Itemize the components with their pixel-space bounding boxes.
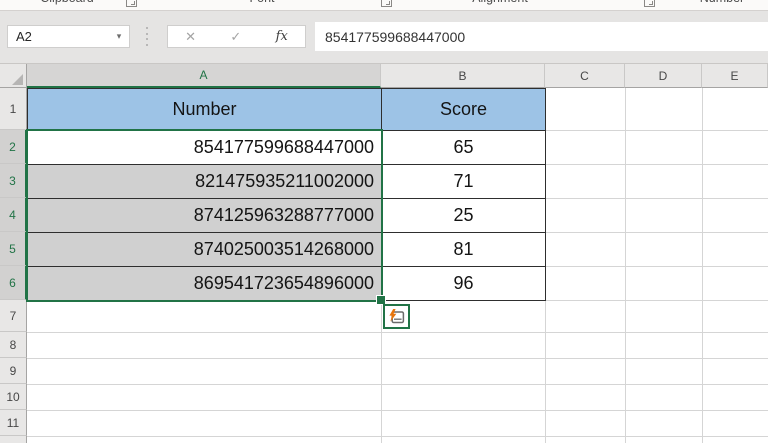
gridline xyxy=(545,198,768,199)
insert-function-icon[interactable]: fx xyxy=(276,29,288,44)
cell-a5[interactable]: 874025003514268000 xyxy=(27,232,382,267)
row-header-10[interactable]: 10 xyxy=(0,384,27,410)
gridline xyxy=(27,384,768,385)
cell-b6[interactable]: 96 xyxy=(381,266,546,301)
row-header-6[interactable]: 6 xyxy=(0,266,27,300)
cell-a4[interactable]: 874125963288777000 xyxy=(27,198,382,233)
row-header-5[interactable]: 5 xyxy=(0,232,27,266)
cell-b5[interactable]: 81 xyxy=(381,232,546,267)
ribbon-group-number-label: Number xyxy=(700,0,744,5)
row-header-7[interactable]: 7 xyxy=(0,300,27,332)
ribbon-group-clipboard-label: Clipboard xyxy=(40,0,94,5)
excel-window: Clipboard Font Alignment Number A2 ▾ ✕ ✓… xyxy=(0,0,768,443)
cell-a3[interactable]: 821475935211002000 xyxy=(27,164,382,199)
row-header-3[interactable]: 3 xyxy=(0,164,27,198)
row-header-4[interactable]: 4 xyxy=(0,198,27,232)
gridline xyxy=(545,164,768,165)
ribbon-group-alignment-label: Alignment xyxy=(472,0,528,5)
column-header-d[interactable]: D xyxy=(625,64,702,88)
quick-analysis-icon xyxy=(389,309,405,324)
formula-bar-separator xyxy=(144,27,150,46)
gridline xyxy=(545,232,768,233)
cell-b1[interactable]: Score xyxy=(381,88,546,131)
name-box[interactable]: A2 ▾ xyxy=(7,25,130,48)
column-header-e[interactable]: E xyxy=(702,64,768,88)
ribbon-group-font-label: Font xyxy=(249,0,274,5)
name-box-dropdown-icon[interactable]: ▾ xyxy=(109,31,129,42)
row-header-2[interactable]: 2 xyxy=(0,130,27,164)
formula-bar-buttons: ✕ ✓ fx xyxy=(167,25,306,48)
gridline xyxy=(27,436,768,437)
select-all-corner-icon xyxy=(12,74,23,85)
dialog-launcher-icon[interactable] xyxy=(381,0,392,7)
cancel-icon[interactable]: ✕ xyxy=(185,29,196,45)
row-header-9[interactable]: 9 xyxy=(0,358,27,384)
row-header-12[interactable]: 12 xyxy=(0,436,27,443)
row-header-1[interactable]: 1 xyxy=(0,88,27,130)
gridline xyxy=(27,332,768,333)
dialog-launcher-icon[interactable] xyxy=(644,0,655,7)
column-header-b[interactable]: B xyxy=(381,64,545,88)
enter-icon[interactable]: ✓ xyxy=(230,29,241,45)
cell-a1[interactable]: Number xyxy=(27,88,382,131)
cell-b3[interactable]: 71 xyxy=(381,164,546,199)
formula-input[interactable]: 854177599688447000 xyxy=(315,22,768,51)
gridline xyxy=(27,410,768,411)
gridline xyxy=(27,358,768,359)
gridline xyxy=(545,266,768,267)
row-header-11[interactable]: 11 xyxy=(0,410,27,436)
gridline xyxy=(545,130,768,131)
column-header-c[interactable]: C xyxy=(545,64,625,88)
dialog-launcher-icon[interactable] xyxy=(126,0,137,7)
cell-b2[interactable]: 65 xyxy=(381,130,546,165)
column-header-a[interactable]: A xyxy=(27,64,381,88)
name-box-value: A2 xyxy=(16,29,32,44)
cell-a6[interactable]: 869541723654896000 xyxy=(27,266,382,301)
select-all-button[interactable] xyxy=(0,64,27,88)
quick-analysis-button[interactable] xyxy=(383,304,410,329)
cell-a2[interactable]: 854177599688447000 xyxy=(27,130,382,165)
ribbon-strip: Clipboard Font Alignment Number xyxy=(0,0,768,10)
row-header-8[interactable]: 8 xyxy=(0,332,27,358)
gridline xyxy=(545,300,768,301)
cell-b4[interactable]: 25 xyxy=(381,198,546,233)
